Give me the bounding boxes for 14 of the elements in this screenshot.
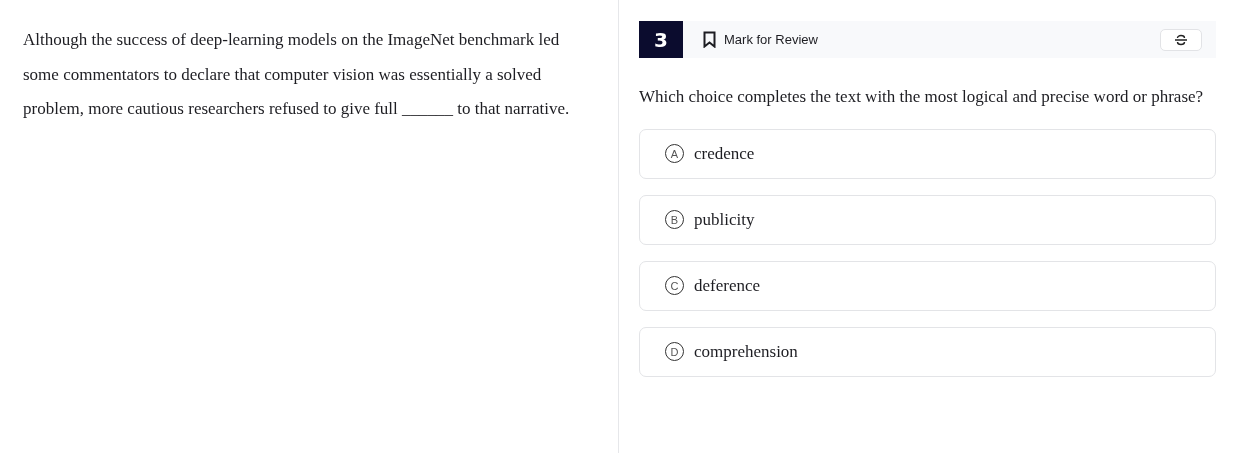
strikethrough-icon: [1174, 33, 1188, 46]
mark-for-review-button[interactable]: Mark for Review: [703, 31, 818, 48]
question-number: 3: [639, 21, 683, 58]
eliminator-toggle-button[interactable]: [1160, 28, 1202, 51]
question-prompt: Which choice completes the text with the most logical and precise word or phrase?: [639, 86, 1205, 108]
answer-choice[interactable]: D comprehension: [639, 326, 1216, 377]
choice-text: comprehension: [694, 341, 798, 362]
choice-text: deference: [694, 275, 761, 296]
answer-choice[interactable]: B publicity: [639, 194, 1216, 245]
answer-choice[interactable]: A credence: [639, 128, 1216, 179]
passage-text: Although the success of deep-learning models on the ImageNet benchmark led some commentators to declare that computer vision was essentially a solved problem, more cautious researchers refused to give full ______ to that narrative.: [23, 29, 571, 120]
choice-text: credence: [694, 143, 755, 164]
answer-choice[interactable]: C deference: [639, 260, 1216, 311]
choice-text: publicity: [694, 209, 755, 230]
